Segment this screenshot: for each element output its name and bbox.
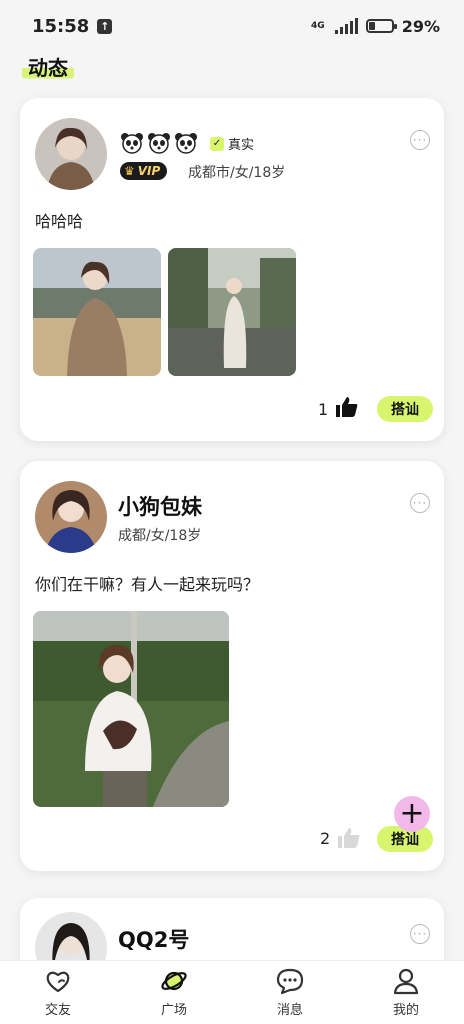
post-photo[interactable] [33,611,229,807]
verified-label: 真实 [228,138,255,153]
avatar[interactable] [35,118,107,190]
nav-item-profile[interactable]: 我的 [366,967,446,1018]
planet-icon [161,971,187,991]
thumbs-up-icon[interactable] [335,396,359,418]
verified-badge: ✓ 真实 [210,134,254,153]
signal-icon [334,18,358,34]
panda-icon [120,132,144,154]
status-bar: 15:58 ↑ 4G 29% [0,0,464,52]
more-options-icon[interactable]: ··· [410,130,430,150]
post-card[interactable]: 小狗包妹 成都/女/18岁 ··· 你们在干嘛？有人一起来玩吗？ 2 搭讪 [20,461,444,871]
nav-item-friends[interactable]: 交友 [18,967,98,1018]
battery-icon [365,19,397,33]
bottom-nav: 交友 广场 消息 我的 [0,960,464,1024]
network-type: 4G [311,20,325,31]
add-post-button[interactable]: + [394,796,430,832]
vip-label: VIP [137,164,161,178]
chat-button[interactable]: 搭讪 [377,396,433,422]
panda-icon [147,132,171,154]
status-indicators: 4G 29% [311,17,440,36]
more-options-icon[interactable]: ··· [410,924,430,944]
person-icon [393,968,419,995]
user-meta: 成都市/女/18岁 [188,165,286,181]
like-count: 1 [318,400,329,419]
nav-label: 消息 [276,1003,303,1018]
status-time: 15:58 ↑ [32,15,113,37]
battery-text: 29% [401,16,440,36]
nav-item-square[interactable]: 广场 [134,967,214,1018]
page-title: 动态 [22,52,74,81]
heart-friends-icon [46,971,70,993]
avatar[interactable] [35,481,107,553]
user-name: QQ2号 [118,928,190,952]
time-text: 15:58 [32,15,90,37]
post-photo[interactable] [33,248,161,376]
post-card[interactable]: ✓ 真实 ♛ VIP 成都市/女/18岁 ··· 哈哈哈 1 搭讪 [20,98,444,441]
badge-row [120,132,198,154]
verified-check-icon: ✓ [210,136,224,151]
vip-badge: ♛ VIP [120,162,168,180]
post-text: 你们在干嘛？有人一起来玩吗？ [35,575,260,594]
chat-bubble-icon [276,968,304,995]
thumbs-up-icon[interactable] [337,827,361,849]
like-count: 2 [320,829,331,848]
post-text: 哈哈哈 [35,212,84,231]
post-photo[interactable] [168,248,296,376]
nav-item-messages[interactable]: 消息 [250,967,330,1018]
user-meta: 成都/女/18岁 [118,528,202,544]
crown-icon: ♛ [124,164,135,178]
nav-label: 交友 [44,1003,71,1018]
nav-label: 我的 [392,1003,419,1018]
user-name: 小狗包妹 [118,495,202,519]
nav-label: 广场 [160,1003,187,1018]
more-options-icon[interactable]: ··· [410,493,430,513]
panda-icon [174,132,198,154]
upload-icon: ↑ [97,18,113,34]
